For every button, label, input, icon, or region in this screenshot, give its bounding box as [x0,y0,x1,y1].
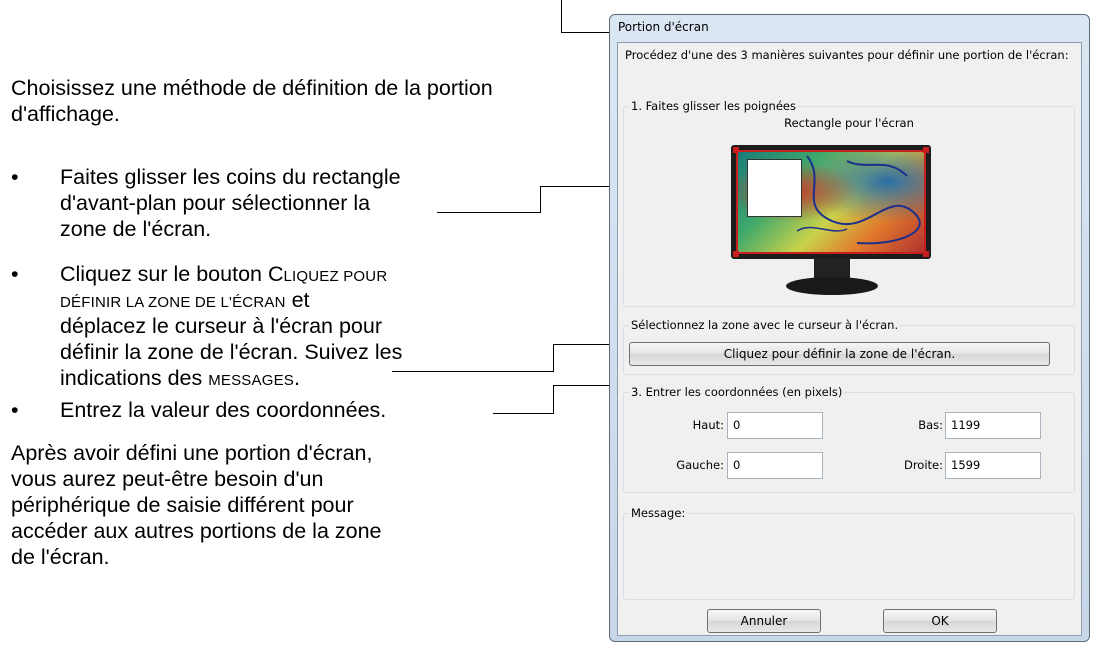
smallcaps-fragment: DÉFINIR LA ZONE DE L'ÉCRAN [60,294,286,311]
bottom-label: Bas: [918,418,943,432]
cursor-select-group: Sélectionnez la zone avec le curseur à l… [623,318,1075,375]
right-field[interactable]: 1599 [945,452,1041,479]
screen-area-dialog: Portion d'écran Procédez d'une des 3 man… [609,14,1090,642]
intro-paragraph: Choisissez une méthode de définition de … [11,76,493,126]
group-label: Sélectionnez la zone avec le curseur à l… [629,318,901,333]
dialog-body: Procédez d'une des 3 manières suivantes … [617,42,1082,636]
monitor-preview [731,145,977,297]
outro-paragraph: Après avoir défini une portion d'écran, … [11,440,531,570]
bullet-marker: • [11,165,19,189]
bullet-text-line: Cliquez sur le bouton CLIQUEZ POUR [60,261,387,290]
resize-handle-bottom-right[interactable] [923,251,929,257]
bullet-text-line: Faites glisser les coins du rectangle [60,165,401,189]
dialog-prompt: Procédez d'une des 3 manières suivantes … [625,48,1069,62]
text-fragment: et [285,288,310,312]
leader-line-title [561,32,610,33]
monitor-bezel [731,145,931,259]
bullet-text-line: DÉFINIR LA ZONE DE L'ÉCRAN et [60,287,310,316]
cancel-button[interactable]: Annuler [707,609,821,633]
group-label: 1. Faites glisser les poignées [629,99,798,114]
leader-line-define [392,371,554,372]
bullet-text-line: zone de l'écran. [60,217,212,241]
screen-rectangle-label: Rectangle pour l'écran [784,116,914,130]
outro-line: périphérique de saisie différent pour [11,493,354,517]
smallcaps-fragment: LIQUEZ POUR [283,268,388,285]
coordinates-group: 3. Entrer les coordonnées (en pixels) Ha… [623,385,1075,493]
outro-line: Après avoir défini une portion d'écran, [11,441,373,465]
right-label: Droite: [903,458,943,472]
text-fragment: Cliquez sur le bouton C [60,262,284,286]
bullet-text-line: définir la zone de l'écran. Suivez les [60,340,403,364]
define-screen-area-button[interactable]: Cliquez pour définir la zone de l'écran. [629,342,1050,366]
bullet-text-line: Entrez la valeur des coordonnées. [60,398,387,422]
bullet-marker: • [11,398,19,422]
outro-line: accéder aux autres portions de la zone [11,519,382,543]
drag-handles-group: 1. Faites glisser les poignées Rectangle… [623,99,1075,307]
bullet-marker: • [11,262,19,286]
resize-handle-top-right[interactable] [923,147,929,153]
bullet-text-line: indications des MESSAGES. [60,365,300,394]
top-label: Haut: [692,418,724,432]
left-label: Gauche: [676,458,724,472]
text-fragment: indications des [60,366,209,390]
text-fragment: . [294,366,300,390]
leader-line-coords [553,385,554,414]
bullet-text-line: déplacez le curseur à l'écran pour [60,314,383,338]
leader-line-title [561,0,562,33]
leader-line-drag [540,186,541,213]
outro-line: de l'écran. [11,545,110,569]
leader-line-coords [493,413,554,414]
monitor-stand-neck [814,259,850,279]
group-label: 3. Entrer les coordonnées (en pixels) [629,385,845,400]
documentation-text: Choisissez une méthode de définition de … [0,0,600,648]
selection-rectangle[interactable] [736,150,926,254]
smallcaps-fragment: MESSAGES [208,372,294,389]
resize-handle-bottom-left[interactable] [733,251,739,257]
bullet-text-line: d'avant-plan pour sélectionner la [60,191,371,215]
monitor-stand-base [786,277,878,295]
group-label: Message: [629,506,688,521]
dialog-title: Portion d'écran [618,20,709,34]
resize-handle-top-left[interactable] [733,147,739,153]
message-group: Message: [623,506,1075,600]
leader-line-define [553,344,554,372]
leader-line-drag [437,212,541,213]
outro-line: vous aurez peut-être besoin d'un [11,467,324,491]
bottom-field[interactable]: 1199 [945,412,1041,439]
top-field[interactable]: 0 [727,412,823,439]
left-field[interactable]: 0 [727,452,823,479]
ok-button[interactable]: OK [883,609,997,633]
